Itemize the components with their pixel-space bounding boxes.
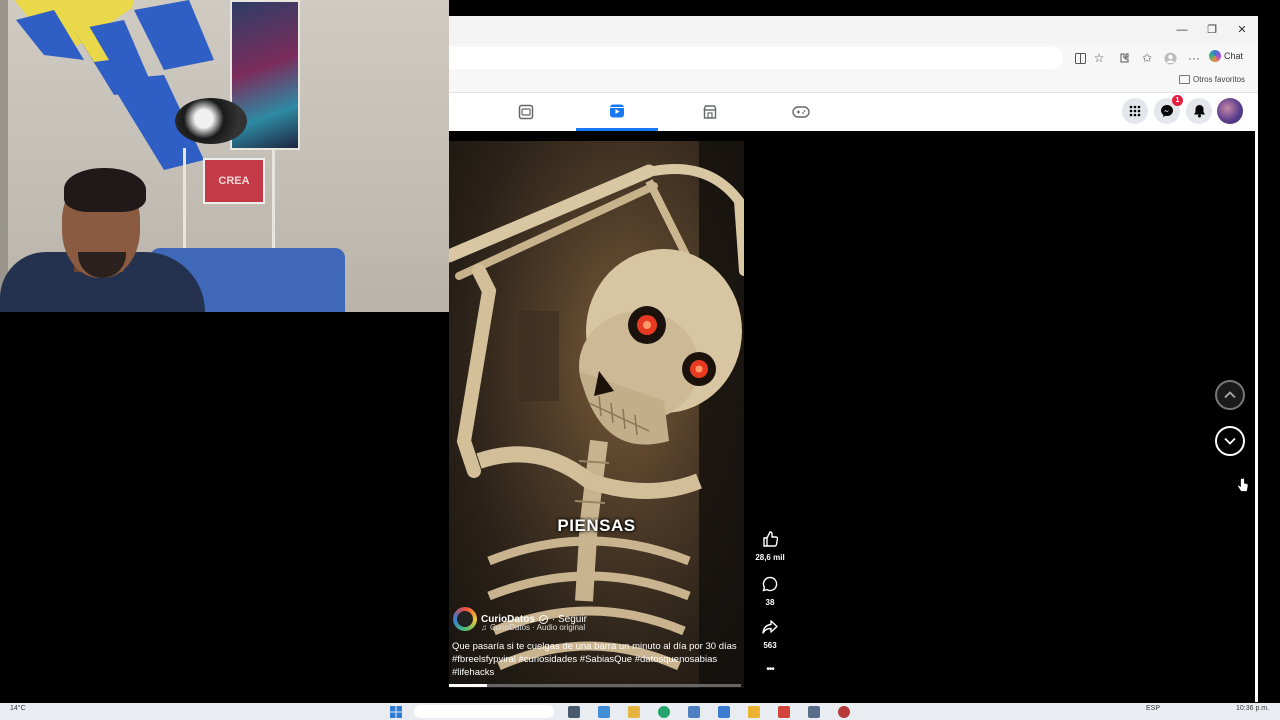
browser-window: — ❐ ✕ ☆ ✩ ··· Chat Otros favoritos 1 PIE… <box>449 16 1258 702</box>
tab-feed[interactable] <box>485 93 567 131</box>
other-favorites-label: Otros favoritos <box>1193 75 1246 84</box>
music-note-icon: ♫ <box>481 623 487 632</box>
notifications-button[interactable] <box>1186 98 1212 124</box>
share-count: 563 <box>763 641 777 650</box>
like-button[interactable]: 28,6 mil <box>749 531 791 562</box>
shelf-sign: CREA <box>203 158 265 204</box>
app-icon-2[interactable] <box>748 706 760 718</box>
comment-button[interactable]: 38 <box>749 576 791 607</box>
helmet <box>175 98 247 144</box>
grid-menu-icon <box>1129 105 1141 117</box>
store-app-icon[interactable] <box>688 706 700 718</box>
file-explorer-icon[interactable] <box>628 706 640 718</box>
thumbs-up-icon <box>763 531 779 547</box>
weather-widget[interactable]: 14°C <box>10 705 26 712</box>
maximize-button[interactable]: ❐ <box>1203 22 1221 38</box>
language-indicator[interactable]: ESP <box>1146 705 1160 712</box>
menu-button[interactable] <box>1122 98 1148 124</box>
taskbar: 14°C ESP 10:36 p.m. <box>0 703 1280 720</box>
audio-label: CurioDatos · Audio original <box>490 623 586 632</box>
tab-reels[interactable] <box>576 93 658 131</box>
share-icon <box>762 620 778 634</box>
tab-gaming[interactable] <box>760 93 842 131</box>
messenger-badge: 1 <box>1172 95 1183 106</box>
copilot-icon <box>1209 50 1221 62</box>
favorites-icon[interactable]: ✩ <box>1139 50 1155 66</box>
video-icon <box>610 104 624 117</box>
skeleton-video-frame <box>449 141 744 688</box>
minimize-button[interactable]: — <box>1173 22 1191 38</box>
hand-cursor-icon <box>1237 477 1249 492</box>
more-options-button[interactable]: ••• <box>749 664 791 675</box>
messenger-icon <box>1161 105 1173 117</box>
favorite-star-icon[interactable]: ☆ <box>1091 50 1107 66</box>
account-avatar[interactable] <box>1217 98 1243 124</box>
favorites-bar: Otros favoritos <box>449 72 1258 93</box>
reel-overlay-caption: PIENSAS <box>557 516 636 535</box>
task-view-icon[interactable] <box>568 706 580 718</box>
chevron-down-icon <box>1224 437 1236 445</box>
reel-progress-fill <box>449 684 487 687</box>
gamepad-icon <box>792 106 810 118</box>
copilot-chat-button[interactable]: Chat <box>1209 50 1243 62</box>
share-button[interactable]: 563 <box>749 619 791 650</box>
author-avatar[interactable] <box>453 607 477 631</box>
app-icon-3[interactable] <box>808 706 820 718</box>
wall-edge <box>0 0 8 312</box>
taskbar-search[interactable] <box>414 705 554 718</box>
tab-marketplace[interactable] <box>669 93 751 131</box>
reels-viewer: PIENSAS CurioDatos · Seguir ♫ CurioDatos… <box>449 131 1255 702</box>
person-hair <box>64 168 146 212</box>
next-reel-button[interactable] <box>1215 426 1245 456</box>
extensions-icon[interactable] <box>1116 50 1132 66</box>
reel-video[interactable]: PIENSAS CurioDatos · Seguir ♫ CurioDatos… <box>449 141 744 688</box>
app-icon-4[interactable] <box>838 706 850 718</box>
chevron-up-icon <box>1224 391 1236 399</box>
widgets-icon[interactable] <box>598 706 610 718</box>
address-bar: ☆ ✩ ··· Chat <box>449 44 1258 72</box>
more-menu-icon[interactable]: ··· <box>1186 50 1202 66</box>
close-button[interactable]: ✕ <box>1233 22 1251 38</box>
url-input[interactable] <box>449 47 1063 69</box>
previous-reel-button[interactable] <box>1215 380 1245 410</box>
comment-count: 38 <box>765 598 775 607</box>
chat-label: Chat <box>1224 51 1244 61</box>
system-clock[interactable]: 10:36 p.m. <box>1236 705 1269 712</box>
bell-icon <box>1193 105 1205 118</box>
comment-icon <box>762 576 778 592</box>
facebook-header: 1 <box>449 93 1258 132</box>
reel-description: Que pasaría si te cuelgas de una barra u… <box>452 641 737 678</box>
messenger-button[interactable]: 1 <box>1154 95 1183 124</box>
reel-progress-bar[interactable] <box>449 684 741 687</box>
split-screen-icon[interactable] <box>1072 50 1088 66</box>
window-border <box>1255 131 1258 702</box>
edge-icon[interactable] <box>658 706 670 718</box>
gmail-icon[interactable] <box>778 706 790 718</box>
app-icon[interactable] <box>718 706 730 718</box>
title-bar: — ❐ ✕ <box>449 16 1258 44</box>
news-feed-icon <box>518 104 534 120</box>
profile-icon[interactable] <box>1162 50 1178 66</box>
like-count: 28,6 mil <box>755 553 785 562</box>
store-icon <box>703 105 717 119</box>
other-favorites[interactable]: Otros favoritos <box>1179 75 1245 84</box>
folder-icon <box>1179 75 1190 84</box>
webcam-overlay: CREA <box>0 0 449 312</box>
windows-start-icon[interactable] <box>390 706 402 718</box>
reel-audio[interactable]: ♫ CurioDatos · Audio original <box>481 623 585 632</box>
